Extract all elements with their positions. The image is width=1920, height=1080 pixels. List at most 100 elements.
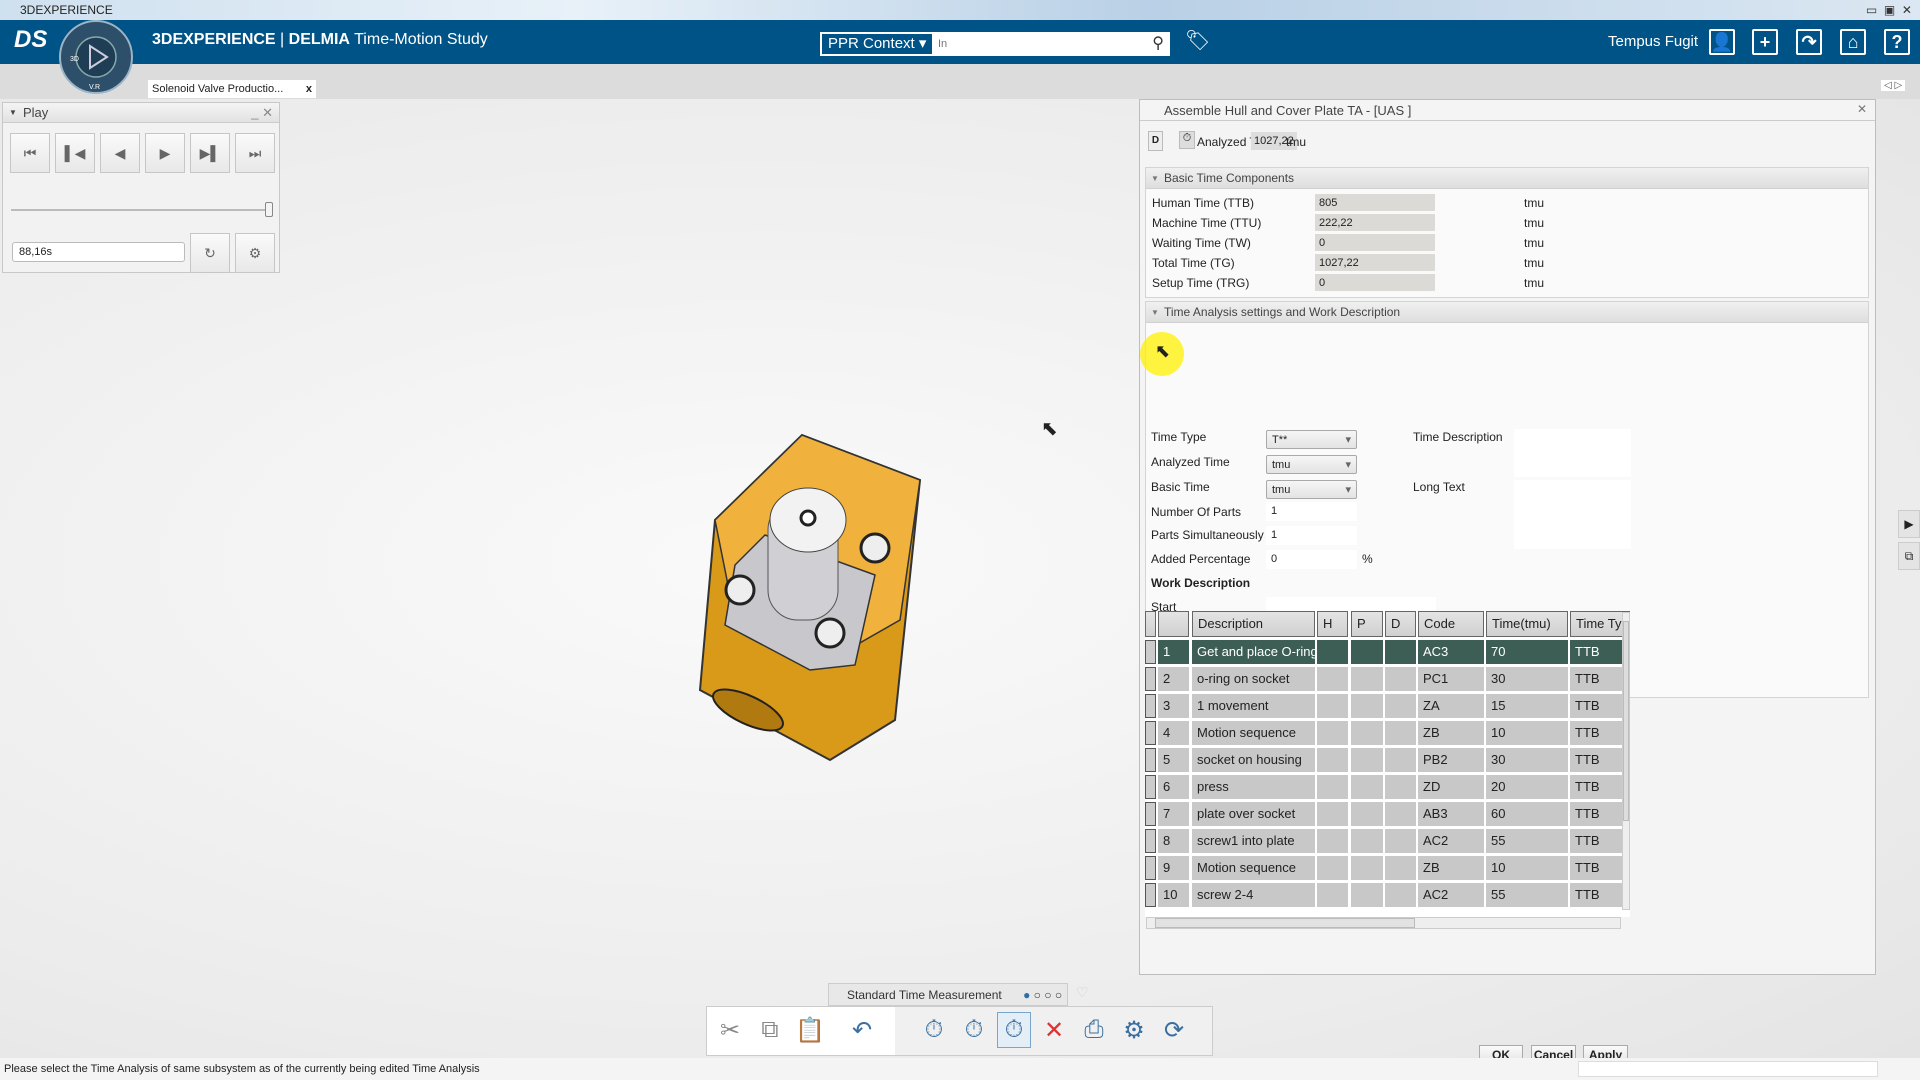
added-percentage-input[interactable]: 0 [1266, 550, 1357, 569]
skip-to-start-button[interactable]: ⏮ [10, 133, 50, 173]
time-slider[interactable] [11, 209, 273, 211]
help-icon[interactable]: ? [1884, 29, 1910, 55]
row-selector[interactable] [1145, 829, 1156, 853]
time-slider-thumb[interactable] [265, 202, 273, 217]
3d-model-solenoid-valve[interactable] [680, 420, 950, 770]
skip-to-end-button[interactable]: ⏭ [235, 133, 275, 173]
stopwatch-arrow-icon[interactable]: ⏱ [957, 1012, 991, 1048]
time-description-input[interactable] [1514, 429, 1631, 477]
side-panel-icon[interactable]: ▶ [1898, 510, 1920, 538]
table-horizontal-scrollbar[interactable] [1146, 917, 1621, 929]
paste-icon[interactable]: 📋 [793, 1012, 827, 1048]
tab-close-button[interactable]: x [306, 80, 312, 98]
status-input[interactable] [1578, 1061, 1878, 1077]
play-button[interactable]: ▶ [145, 133, 185, 173]
table-row[interactable]: 2 o-ring on socket PC1 30 TTB [1145, 667, 1630, 691]
toolbar-section-tab[interactable]: Standard Time Measurement ● ○ ○ ○ [828, 983, 1068, 1006]
play-panel-title: Play [23, 105, 49, 120]
table-row[interactable]: 8 screw1 into plate AC2 55 TTB [1145, 829, 1630, 853]
row-selector[interactable] [1145, 694, 1156, 718]
document-tab[interactable]: Solenoid Valve Productio... x [148, 80, 316, 98]
d-button[interactable]: D [1148, 131, 1163, 151]
table-cell [1351, 856, 1383, 880]
user-name[interactable]: Tempus Fugit [1608, 33, 1698, 50]
table-row[interactable]: 1 Get and place O-ring AC3 70 TTB [1145, 640, 1630, 664]
column-header[interactable]: D [1385, 611, 1416, 637]
table-row[interactable]: 9 Motion sequence ZB 10 TTB [1145, 856, 1630, 880]
column-header[interactable] [1158, 611, 1189, 637]
column-header[interactable]: Description [1192, 611, 1315, 637]
tag-icon[interactable]: 🏷 [1185, 28, 1210, 53]
parts-simultaneously-input[interactable]: 1 [1266, 526, 1357, 545]
play-reverse-button[interactable]: ◀ [100, 133, 140, 173]
stopwatch-icon[interactable]: ⏱ [917, 1012, 951, 1048]
table-row[interactable]: 10 screw 2-4 AC2 55 TTB [1145, 883, 1630, 907]
table-row[interactable]: 6 press ZD 20 TTB [1145, 775, 1630, 799]
play-panel-header[interactable]: ▼ Play _ ✕ [3, 103, 279, 123]
undo-icon[interactable]: ↶ [845, 1012, 879, 1048]
analyzed-time-unit-dropdown[interactable]: tmu [1266, 455, 1357, 474]
dialog-close-icon[interactable]: ✕ [1857, 102, 1867, 116]
basic-time-components-header[interactable]: Basic Time Components [1146, 168, 1868, 189]
ds-logo[interactable]: DS [14, 26, 47, 54]
row-selector[interactable] [1145, 883, 1156, 907]
settings-gear-button[interactable]: ⚙ [235, 233, 275, 273]
column-header[interactable]: H [1317, 611, 1348, 637]
table-row[interactable]: 7 plate over socket AB3 60 TTB [1145, 802, 1630, 826]
row-selector[interactable] [1145, 667, 1156, 691]
stopwatch-print-icon[interactable]: ⎙ [1077, 1012, 1111, 1048]
copy-icon[interactable]: ⧉ [753, 1012, 787, 1048]
table-vertical-scrollbar[interactable] [1622, 612, 1630, 910]
window-controls[interactable]: ▭ ▣ ✕ [1866, 0, 1912, 20]
time-analysis-settings-header[interactable]: Time Analysis settings and Work Descript… [1146, 302, 1868, 323]
toolbar-expand-icon[interactable]: ♡ [1076, 984, 1089, 1001]
table-cell: screw 2-4 [1192, 883, 1315, 907]
long-text-input[interactable] [1514, 480, 1631, 549]
table-cell: press [1192, 775, 1315, 799]
time-input[interactable]: 88,16s [12, 242, 185, 262]
column-header[interactable]: Code [1418, 611, 1484, 637]
column-header[interactable]: Time Type(t [1570, 611, 1630, 637]
table-row[interactable]: 5 socket on housing PB2 30 TTB [1145, 748, 1630, 772]
search-box[interactable]: PPR Context ▾ ⚲ [820, 32, 1170, 56]
table-cell [1351, 667, 1383, 691]
time-type-dropdown[interactable]: T** [1266, 430, 1357, 449]
add-icon[interactable]: + [1752, 29, 1778, 55]
column-header[interactable]: P [1351, 611, 1383, 637]
scissors-icon[interactable]: ✂ [713, 1012, 747, 1048]
stopwatch-edit-icon[interactable]: ⏱ [997, 1012, 1031, 1048]
basic-time-label: Basic Time [1151, 480, 1210, 494]
step-forward-button[interactable]: ▶▌ [190, 133, 230, 173]
number-of-parts-input[interactable]: 1 [1266, 502, 1357, 521]
refresh-button[interactable]: ↻ [190, 233, 230, 273]
search-icon[interactable]: ⚲ [1152, 33, 1164, 53]
basic-time-dropdown[interactable]: tmu [1266, 480, 1357, 499]
basic-time-unit: tmu [1524, 216, 1545, 230]
row-selector[interactable] [1145, 721, 1156, 745]
share-icon[interactable]: ↷ [1796, 29, 1822, 55]
row-selector[interactable] [1145, 856, 1156, 880]
tab-scroll-arrows[interactable]: ◁ ▷ [1881, 80, 1906, 91]
table-row[interactable]: 4 Motion sequence ZB 10 TTB [1145, 721, 1630, 745]
number-of-parts-label: Number Of Parts [1151, 505, 1242, 519]
step-back-button[interactable]: ▌◀ [55, 133, 95, 173]
stopwatch-settings-icon[interactable]: ⚙ [1117, 1012, 1151, 1048]
user-avatar-icon[interactable]: 👤 [1709, 29, 1735, 55]
row-selector[interactable] [1145, 640, 1156, 664]
stopwatch-refresh-icon[interactable]: ⟳ [1157, 1012, 1191, 1048]
side-panel-icon-2[interactable]: ⧉ [1898, 542, 1920, 570]
row-selector[interactable] [1145, 748, 1156, 772]
search-scope-dropdown[interactable]: PPR Context ▾ [822, 34, 933, 54]
panel-close-icon[interactable]: _ ✕ [251, 103, 273, 123]
compass-widget[interactable]: 3D V.R [58, 19, 134, 95]
home-icon[interactable]: ⌂ [1840, 29, 1866, 55]
row-selector[interactable] [1145, 802, 1156, 826]
search-input[interactable] [938, 34, 1138, 54]
table-row[interactable]: 31 movement ZA 15 TTB [1145, 694, 1630, 718]
table-cell: TTB [1570, 721, 1630, 745]
row-selector[interactable] [1145, 775, 1156, 799]
stopwatch-delete-icon[interactable]: ✕ [1037, 1012, 1071, 1048]
row-selector-header[interactable] [1145, 611, 1156, 637]
analyzed-time-icon[interactable]: ⏱ [1179, 131, 1195, 149]
column-header[interactable]: Time(tmu) [1486, 611, 1568, 637]
